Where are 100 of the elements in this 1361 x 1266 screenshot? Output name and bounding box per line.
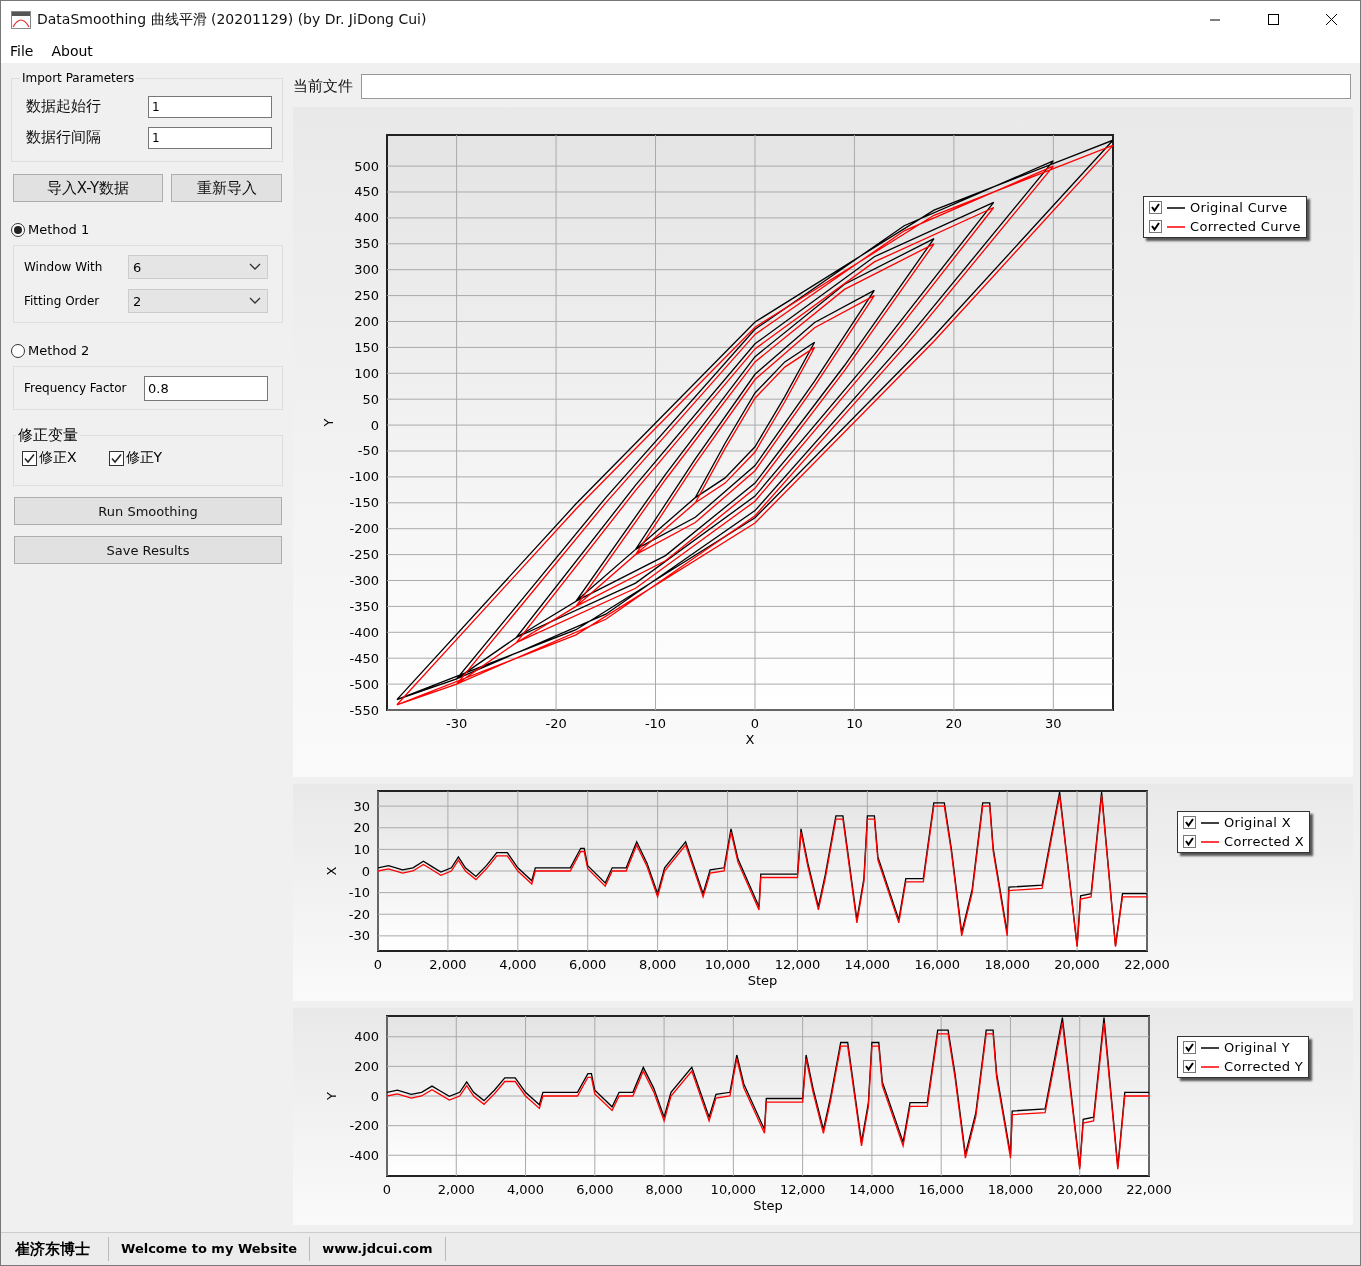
tick-label: 30: [353, 798, 370, 814]
legend-line-icon: [1201, 1045, 1219, 1050]
tick-label: 0: [370, 417, 379, 433]
tick-label: 500: [354, 158, 379, 174]
tick-label: 100: [354, 365, 379, 381]
input-field[interactable]: 1: [148, 126, 272, 149]
tick-label: 400: [354, 1029, 379, 1045]
radio-label[interactable]: Method 1: [28, 222, 90, 237]
tick-label: 14,000: [849, 1182, 895, 1197]
tick-label: 22,000: [1124, 957, 1170, 972]
field-label: Fitting Order: [24, 294, 100, 308]
app-icon: [11, 11, 31, 29]
tick-label: -50: [357, 443, 379, 459]
tick-label: 6,000: [569, 957, 607, 972]
tick-label: 10: [353, 841, 370, 857]
checkbox[interactable]: [1183, 1041, 1196, 1054]
tick-label: 2,000: [437, 1182, 475, 1197]
file-path-field[interactable]: [361, 74, 1351, 99]
tick-label: 8,000: [639, 957, 677, 972]
checkbox[interactable]: [1183, 816, 1196, 829]
tick-label: -30: [446, 716, 468, 731]
tick-label: 20,000: [1054, 957, 1100, 972]
tick-label: -500: [349, 676, 379, 692]
radio-button[interactable]: [11, 343, 25, 358]
axis-title: Y: [324, 1092, 339, 1100]
axis-title: Step: [753, 1198, 783, 1213]
tick-label: 22,000: [1126, 1182, 1172, 1197]
field-label: 数据行间隔: [26, 128, 101, 147]
axis-title: Y: [321, 418, 336, 427]
tick-label: -550: [349, 702, 379, 718]
tick-label: -200: [349, 521, 379, 537]
tick-label: -400: [349, 624, 379, 640]
tick-label: 4,000: [499, 957, 537, 972]
legend-line-icon: [1201, 1064, 1219, 1069]
tick-label: 400: [354, 210, 379, 226]
tick-label: 12,000: [774, 957, 821, 972]
import-button[interactable]: 导入X-Y数据: [13, 174, 163, 202]
tick-label: 200: [354, 314, 379, 329]
tick-label: 10,000: [710, 1182, 757, 1197]
legend-line-icon: [1201, 839, 1219, 844]
import-button[interactable]: 重新导入: [171, 174, 282, 202]
tick-label: 20: [353, 820, 370, 836]
tick-label: -100: [349, 469, 379, 485]
dropdown[interactable]: 2: [128, 289, 268, 313]
tick-label: 0: [370, 1088, 379, 1104]
tick-label: 12,000: [779, 1182, 826, 1197]
input-field[interactable]: 0.8: [144, 375, 268, 401]
group-title: 修正变量: [17, 426, 79, 445]
tick-label: 0: [373, 957, 383, 972]
field-label: Frequency Factor: [24, 381, 127, 395]
menu-item[interactable]: File: [10, 43, 34, 59]
checkbox[interactable]: [1149, 220, 1162, 233]
tick-label: -10: [644, 716, 667, 731]
status-text: Welcome to my Website: [109, 1237, 311, 1261]
radio-label[interactable]: Method 2: [28, 343, 90, 358]
tick-label: 10: [846, 716, 863, 731]
tick-label: 18,000: [987, 1182, 1034, 1197]
axis-title: Step: [747, 973, 778, 988]
checkbox[interactable]: [108, 450, 124, 466]
dropdown[interactable]: 6: [128, 255, 268, 279]
window-title: DataSmoothing 曲线平滑 (20201129) (by Dr. JiDong Cui): [37, 11, 427, 29]
legend-label: Original Y: [1224, 1040, 1290, 1055]
checkbox[interactable]: [1183, 1060, 1196, 1073]
tick-label: -450: [349, 650, 379, 666]
tick-label: 16,000: [918, 1182, 964, 1197]
tick-label: 50: [362, 391, 379, 407]
checkbox[interactable]: [22, 450, 37, 466]
tick-label: 16,000: [914, 957, 960, 972]
checkbox-label[interactable]: 修正X: [39, 449, 77, 467]
tick-label: 30: [1045, 716, 1062, 731]
tick-label: 0: [382, 1182, 392, 1197]
tick-label: 450: [354, 184, 379, 200]
tick-label: 6,000: [576, 1182, 614, 1197]
tick-label: 2,000: [429, 957, 467, 972]
checkbox[interactable]: [1183, 835, 1196, 848]
axis-title: X: [745, 732, 755, 747]
field-label: 当前文件: [293, 77, 353, 96]
radio-button[interactable]: [11, 222, 25, 237]
action-button[interactable]: Run Smoothing: [14, 497, 282, 525]
input-field[interactable]: 1: [148, 95, 272, 118]
menu-item[interactable]: About: [51, 43, 93, 59]
field-label: Window With: [24, 260, 103, 274]
tick-label: -250: [349, 547, 379, 563]
tick-label: 14,000: [844, 957, 891, 972]
tick-label: -300: [349, 573, 379, 588]
tick-label: 0: [750, 716, 760, 731]
tick-label: -150: [349, 495, 379, 511]
tick-label: -200: [349, 1118, 379, 1134]
checkbox[interactable]: [1149, 201, 1162, 214]
status-text: 崔济东博士: [1, 1237, 109, 1261]
chevron-down-icon: [249, 297, 261, 305]
action-button[interactable]: Save Results: [14, 536, 282, 564]
tick-label: 200: [354, 1058, 379, 1074]
legend-line-icon: [1201, 820, 1219, 825]
tick-label: 4,000: [506, 1182, 545, 1197]
legend-label: Corrected Curve: [1190, 219, 1301, 234]
checkbox-label[interactable]: 修正Y: [125, 449, 163, 467]
tick-label: -10: [348, 885, 370, 901]
legend-line-icon: [1167, 224, 1185, 229]
axis-title: X: [324, 866, 339, 876]
